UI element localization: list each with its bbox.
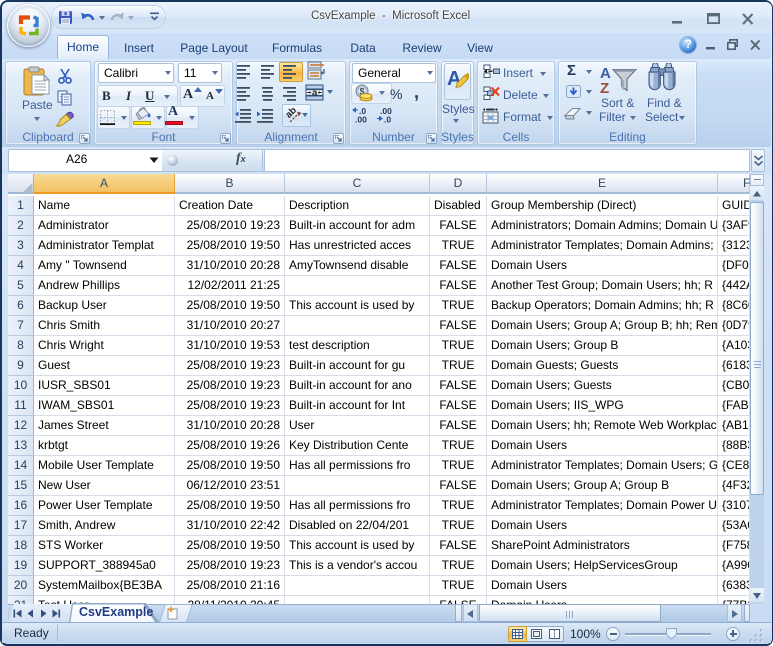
svg-text:ab: ab: [286, 106, 299, 121]
svg-text:.00: .00: [355, 115, 367, 124]
svg-text:a: a: [312, 88, 318, 99]
svg-text:Z: Z: [600, 80, 609, 93]
svg-text:.0: .0: [384, 115, 391, 124]
